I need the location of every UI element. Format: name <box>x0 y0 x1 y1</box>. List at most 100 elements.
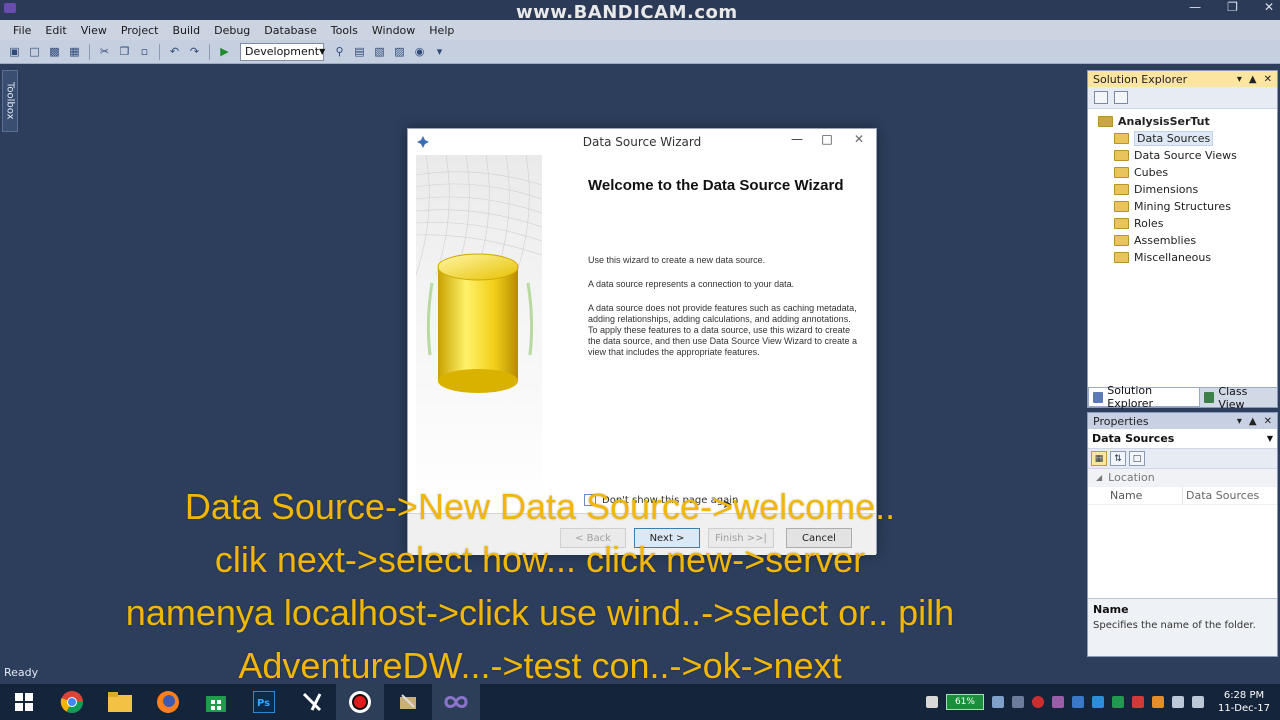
tree-item-assemblies[interactable]: Assemblies <box>1096 232 1277 249</box>
minimize-icon[interactable]: — <box>1189 0 1201 14</box>
taskbar-visual-studio[interactable] <box>288 684 336 720</box>
close-icon[interactable]: ✕ <box>1264 416 1272 427</box>
tree-item-data-source-views[interactable]: Data Source Views <box>1096 147 1277 164</box>
dropdown-icon[interactable]: ▾ <box>1237 416 1242 427</box>
network-icon[interactable] <box>991 696 1004 708</box>
solution-explorer-icon[interactable]: ▤ <box>351 43 368 60</box>
toolbox-tab[interactable]: Toolbox <box>2 70 18 132</box>
standard-toolbar: ▣ □ ▩ ▦ ✂ ❐ ▫ ↶ ↷ ▶ Development ▼ ⚲ ▤ ▧ … <box>0 40 1280 64</box>
menu-window[interactable]: Window <box>365 24 422 37</box>
alphabetical-icon[interactable]: ⇅ <box>1110 451 1126 466</box>
tree-item-cubes[interactable]: Cubes <box>1096 164 1277 181</box>
properties-icon[interactable]: ▧ <box>371 43 388 60</box>
upload-icon[interactable] <box>1091 696 1104 708</box>
cut-icon[interactable]: ✂ <box>96 43 113 60</box>
start-button[interactable] <box>0 684 48 720</box>
volume-icon[interactable] <box>1191 696 1204 708</box>
paste-icon[interactable]: ▫ <box>136 43 153 60</box>
close-icon[interactable]: ✕ <box>1264 74 1272 85</box>
tab-class-view[interactable]: Class View <box>1200 385 1277 411</box>
taskbar-file-explorer[interactable] <box>96 684 144 720</box>
restore-icon[interactable]: ❐ <box>1227 0 1238 14</box>
clock[interactable]: 6:28 PM 11-Dec-17 <box>1218 689 1270 715</box>
project-label: AnalysisSerTut <box>1118 115 1210 128</box>
taskbar-bandicam[interactable] <box>336 684 384 720</box>
bluetooth-icon[interactable] <box>1071 696 1084 708</box>
wizard-paragraph: A data source represents a connection to… <box>588 279 795 289</box>
menu-tools[interactable]: Tools <box>324 24 365 37</box>
app-icon[interactable] <box>1051 696 1064 708</box>
toolbar-options-icon[interactable]: ▾ <box>431 43 448 60</box>
show-all-files-icon[interactable] <box>1114 91 1128 104</box>
taskbar-photoshop[interactable]: Ps <box>240 684 288 720</box>
save-icon[interactable]: ▩ <box>46 43 63 60</box>
tree-item-mining-structures[interactable]: Mining Structures <box>1096 198 1277 215</box>
undo-icon[interactable]: ↶ <box>166 43 183 60</box>
taskbar-tool[interactable] <box>384 684 432 720</box>
folder-icon <box>1114 235 1129 246</box>
property-row[interactable]: Name Data Sources <box>1088 487 1277 505</box>
clock-time: 6:28 PM <box>1223 690 1265 701</box>
menu-project[interactable]: Project <box>114 24 166 37</box>
tree-item-data-sources[interactable]: Data Sources <box>1096 130 1277 147</box>
properties-toolbar: ▦ ⇅ □ <box>1088 449 1277 469</box>
solution-explorer-icon <box>1093 391 1104 403</box>
toolbox-icon[interactable]: ▨ <box>391 43 408 60</box>
close-icon[interactable]: ✕ <box>842 129 876 149</box>
project-icon <box>1098 116 1113 127</box>
open-icon[interactable]: □ <box>26 43 43 60</box>
antivirus-icon[interactable] <box>1131 696 1144 708</box>
tree-item-miscellaneous[interactable]: Miscellaneous <box>1096 249 1277 266</box>
taskbar-ssdt[interactable] <box>432 684 480 720</box>
taskbar-chrome[interactable] <box>48 684 96 720</box>
pin-icon[interactable]: ▲ <box>1249 416 1257 427</box>
taskbar-store[interactable] <box>192 684 240 720</box>
security-icon[interactable] <box>1151 696 1164 708</box>
shield-icon[interactable] <box>925 696 938 708</box>
menu-file[interactable]: File <box>6 24 38 37</box>
battery-indicator[interactable]: 61% <box>945 694 984 710</box>
wizard-paragraph: A data source does not provide features … <box>588 303 857 357</box>
tree-item-label: Roles <box>1134 217 1164 230</box>
cloud-icon[interactable] <box>1011 696 1024 708</box>
tree-item-label: Assemblies <box>1134 234 1197 247</box>
close-icon[interactable]: ✕ <box>1264 0 1274 14</box>
menu-help[interactable]: Help <box>422 24 461 37</box>
minimize-icon[interactable]: — <box>782 129 812 149</box>
pin-icon[interactable]: ▲ <box>1249 74 1257 85</box>
property-category[interactable]: ◢ Location <box>1088 469 1277 487</box>
redo-icon[interactable]: ↷ <box>186 43 203 60</box>
categorized-icon[interactable]: ▦ <box>1091 451 1107 466</box>
dropdown-icon[interactable]: ▾ <box>1237 74 1242 85</box>
tree-project-node[interactable]: AnalysisSerTut <box>1096 113 1277 130</box>
tab-label: Class View <box>1218 384 1248 411</box>
tab-solution-explorer[interactable]: Solution Explorer <box>1088 384 1201 410</box>
taskbar-firefox[interactable] <box>144 684 192 720</box>
chevron-down-icon: ▼ <box>319 47 326 56</box>
photoshop-icon: Ps <box>253 691 275 713</box>
menu-edit[interactable]: Edit <box>38 24 73 37</box>
record-icon[interactable] <box>1031 696 1044 708</box>
property-pages-icon[interactable]: □ <box>1129 451 1145 466</box>
start-debug-icon[interactable]: ▶ <box>216 43 233 60</box>
properties-object-select[interactable]: Data Sources ▼ <box>1088 429 1277 449</box>
menu-view[interactable]: View <box>74 24 114 37</box>
tree-item-dimensions[interactable]: Dimensions <box>1096 181 1277 198</box>
find-icon[interactable]: ⚲ <box>331 43 348 60</box>
menu-database[interactable]: Database <box>257 24 324 37</box>
copy-icon[interactable]: ❐ <box>116 43 133 60</box>
property-value[interactable]: Data Sources <box>1183 489 1259 502</box>
menu-build[interactable]: Build <box>165 24 207 37</box>
maximize-icon[interactable]: □ <box>812 129 842 149</box>
object-browser-icon[interactable]: ◉ <box>411 43 428 60</box>
menu-debug[interactable]: Debug <box>207 24 257 37</box>
drive-icon[interactable] <box>1111 696 1124 708</box>
configuration-select[interactable]: Development ▼ <box>240 42 326 61</box>
properties-panel: Properties ▾ ▲ ✕ Data Sources ▼ ▦ ⇅ □ ◢ … <box>1087 412 1278 657</box>
new-project-icon[interactable]: ▣ <box>6 43 23 60</box>
save-all-icon[interactable]: ▦ <box>66 43 83 60</box>
solution-explorer-panel: Solution Explorer ▾ ▲ ✕ AnalysisSerTut D… <box>1087 70 1278 411</box>
properties-icon[interactable] <box>1094 91 1108 104</box>
wifi-icon[interactable] <box>1171 696 1184 708</box>
tree-item-roles[interactable]: Roles <box>1096 215 1277 232</box>
